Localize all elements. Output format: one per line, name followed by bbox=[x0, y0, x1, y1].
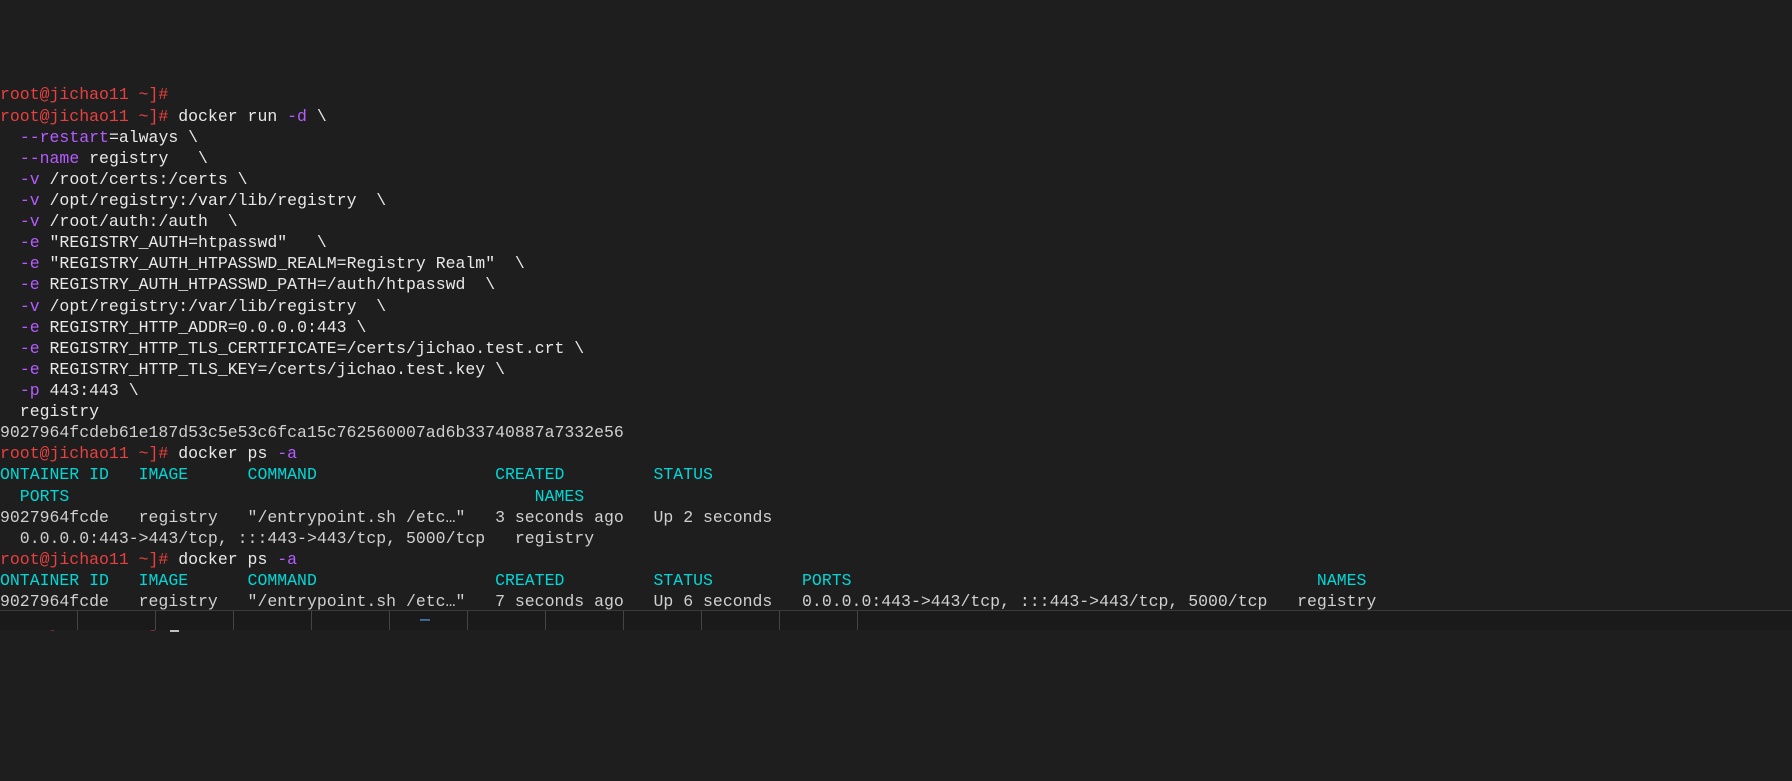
prompt: root@jichao11 ~]# bbox=[0, 444, 168, 463]
flag: -v bbox=[20, 191, 40, 210]
prompt-line: root@jichao11 ~]# bbox=[0, 84, 1792, 105]
taskbar-cell[interactable] bbox=[624, 611, 702, 630]
prompt: root@jichao11 ~]# bbox=[0, 107, 168, 126]
table-header: PORTS NAMES bbox=[0, 486, 1792, 507]
taskbar-cell[interactable]: — bbox=[390, 611, 468, 630]
table-header: ONTAINER ID IMAGE COMMAND CREATED STATUS… bbox=[0, 570, 1792, 591]
terminal-output[interactable]: root@jichao11 ~]# root@jichao11 ~]# docke… bbox=[0, 84, 1792, 633]
taskbar-cell[interactable] bbox=[546, 611, 624, 630]
table-row: 0.0.0.0:443->443/tcp, :::443->443/tcp, 5… bbox=[0, 528, 1792, 549]
flag: -e bbox=[20, 318, 40, 337]
flag: -v bbox=[20, 212, 40, 231]
flag: -v bbox=[20, 170, 40, 189]
table-row: 9027964fcde registry "/entrypoint.sh /et… bbox=[0, 507, 1792, 528]
output-line: 9027964fcdeb61e187d53c5e53c6fca15c762560… bbox=[0, 422, 1792, 443]
flag: -e bbox=[20, 360, 40, 379]
dash-icon: — bbox=[420, 609, 430, 630]
table-row: 9027964fcde registry "/entrypoint.sh /et… bbox=[0, 591, 1792, 612]
flag: -e bbox=[20, 275, 40, 294]
flag: -a bbox=[277, 444, 297, 463]
taskbar-cell[interactable] bbox=[156, 611, 234, 630]
taskbar-cell[interactable] bbox=[702, 611, 780, 630]
flag: -e bbox=[20, 233, 40, 252]
taskbar: — bbox=[0, 610, 1792, 630]
flag: -v bbox=[20, 297, 40, 316]
taskbar-cell[interactable] bbox=[312, 611, 390, 630]
flag: -a bbox=[277, 550, 297, 569]
flag: -d bbox=[287, 107, 307, 126]
flag: --name bbox=[20, 149, 79, 168]
taskbar-cell[interactable] bbox=[0, 611, 78, 630]
cmd-text: docker ps bbox=[168, 550, 277, 569]
flag: -p bbox=[20, 381, 40, 400]
table-header: ONTAINER ID IMAGE COMMAND CREATED STATUS bbox=[0, 464, 1792, 485]
prompt: root@jichao11 ~]# bbox=[0, 550, 168, 569]
flag: --restart bbox=[20, 128, 109, 147]
flag: -e bbox=[20, 339, 40, 358]
taskbar-cell[interactable] bbox=[780, 611, 858, 630]
cmd-text: docker ps bbox=[168, 444, 277, 463]
cmd-text: docker run bbox=[168, 107, 287, 126]
taskbar-cell[interactable] bbox=[468, 611, 546, 630]
taskbar-cell[interactable] bbox=[78, 611, 156, 630]
taskbar-cell[interactable] bbox=[234, 611, 312, 630]
cmd-arg: registry bbox=[0, 401, 1792, 422]
flag: -e bbox=[20, 254, 40, 273]
